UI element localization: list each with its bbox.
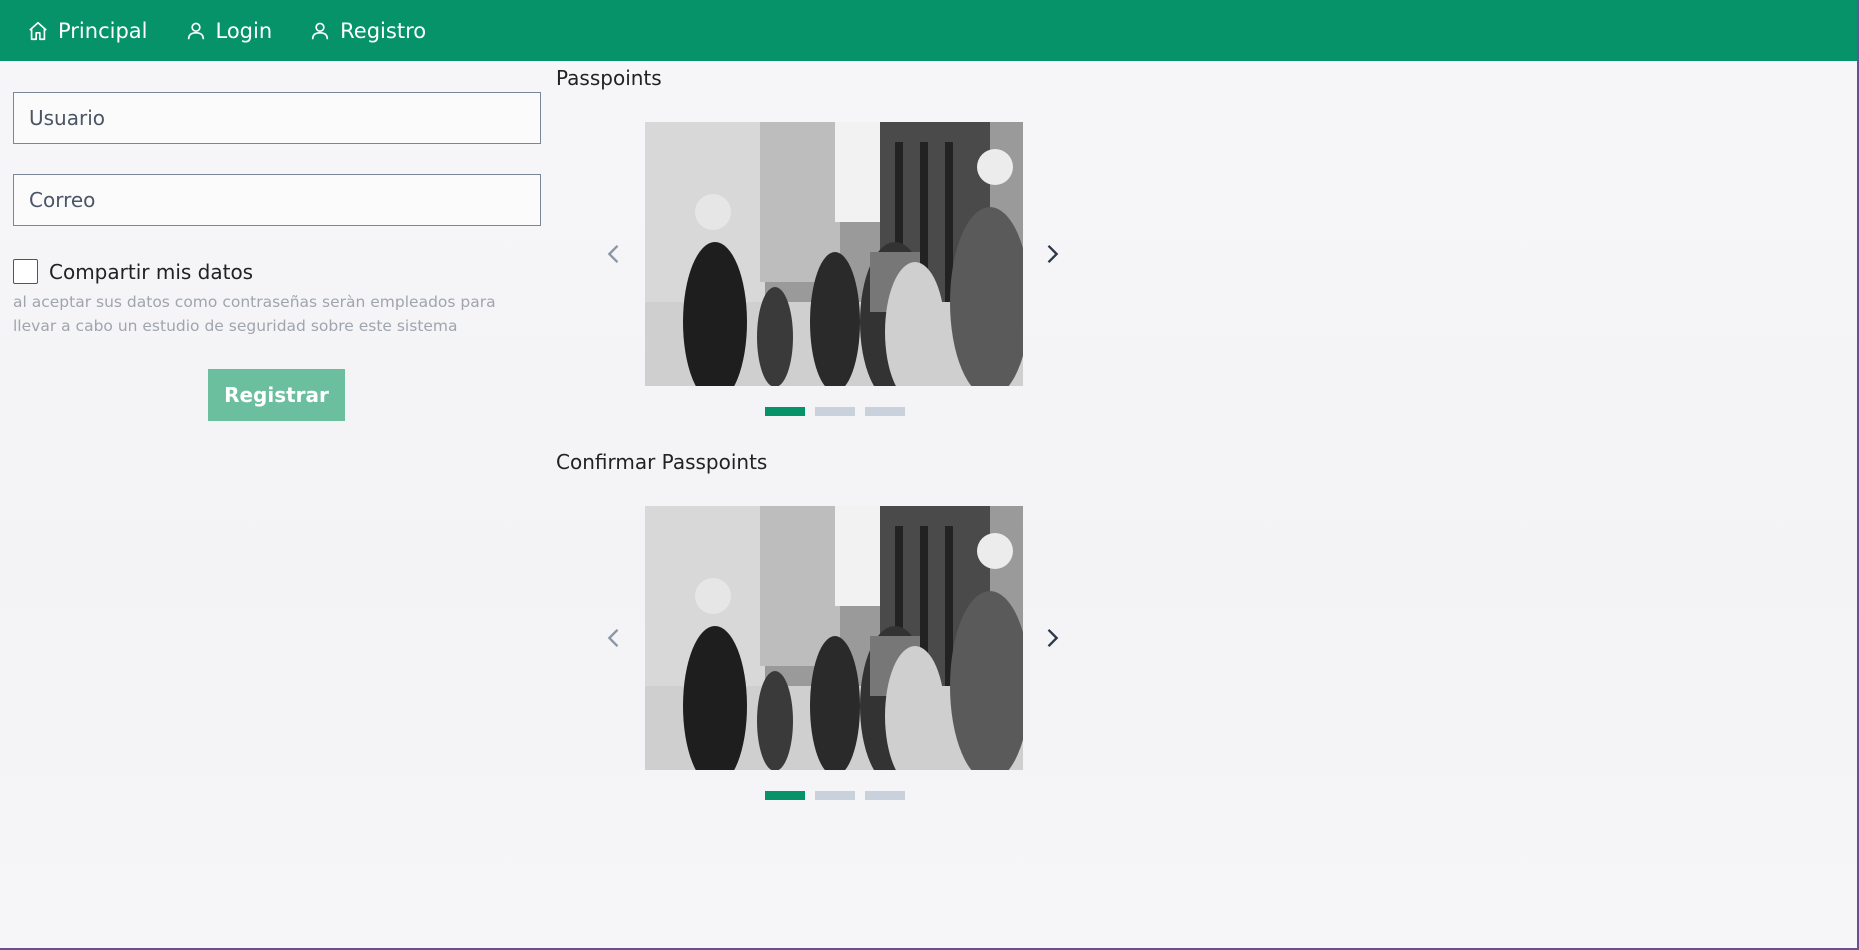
nav-label-registro: Registro — [340, 18, 427, 43]
carousel-indicator[interactable] — [765, 407, 805, 416]
email-input[interactable] — [13, 174, 541, 226]
carousel-indicator[interactable] — [865, 407, 905, 416]
passpoints-carousel — [600, 122, 1060, 422]
chevron-left-icon — [607, 245, 619, 263]
share-data-row: Compartir mis datos — [13, 259, 541, 284]
carousel-indicator[interactable] — [815, 791, 855, 800]
carousel-next-button[interactable] — [1038, 240, 1066, 268]
nav-item-principal[interactable]: Principal — [27, 19, 148, 43]
passpoints-title: Passpoints — [556, 66, 662, 90]
register-button[interactable]: Registrar — [208, 369, 345, 421]
carousel-prev-button[interactable] — [600, 240, 628, 268]
registration-form: Compartir mis datos al aceptar sus datos… — [13, 92, 541, 421]
nav-item-login[interactable]: Login — [185, 18, 273, 43]
confirm-passpoints-image[interactable] — [645, 506, 1023, 770]
nav-item-registro[interactable]: Registro — [309, 19, 426, 43]
share-data-label[interactable]: Compartir mis datos — [49, 260, 253, 284]
street-crowd-image — [645, 506, 1023, 770]
nav-label-login: Login — [215, 18, 273, 43]
share-data-help-text: al aceptar sus datos como contraseñas se… — [13, 293, 496, 335]
username-input[interactable] — [13, 92, 541, 144]
chevron-right-icon — [1047, 629, 1059, 647]
nav-label-principal: Principal — [58, 18, 148, 43]
share-data-checkbox[interactable] — [13, 259, 38, 284]
carousel-indicators — [765, 407, 915, 416]
home-icon — [29, 21, 47, 40]
street-crowd-image — [645, 122, 1023, 386]
carousel-next-button[interactable] — [1038, 624, 1066, 652]
carousel-indicator[interactable] — [765, 791, 805, 800]
top-navbar: Principal Login Registro — [0, 0, 1857, 61]
user-icon — [311, 22, 329, 39]
carousel-prev-button[interactable] — [600, 624, 628, 652]
user-icon — [187, 22, 204, 39]
confirm-passpoints-title: Confirmar Passpoints — [556, 450, 768, 474]
carousel-indicators — [765, 791, 915, 800]
confirm-passpoints-carousel — [600, 506, 1060, 806]
chevron-left-icon — [607, 629, 619, 647]
carousel-indicator[interactable] — [815, 407, 855, 416]
passpoints-image[interactable] — [645, 122, 1023, 386]
carousel-indicator[interactable] — [865, 791, 905, 800]
chevron-right-icon — [1047, 245, 1059, 263]
